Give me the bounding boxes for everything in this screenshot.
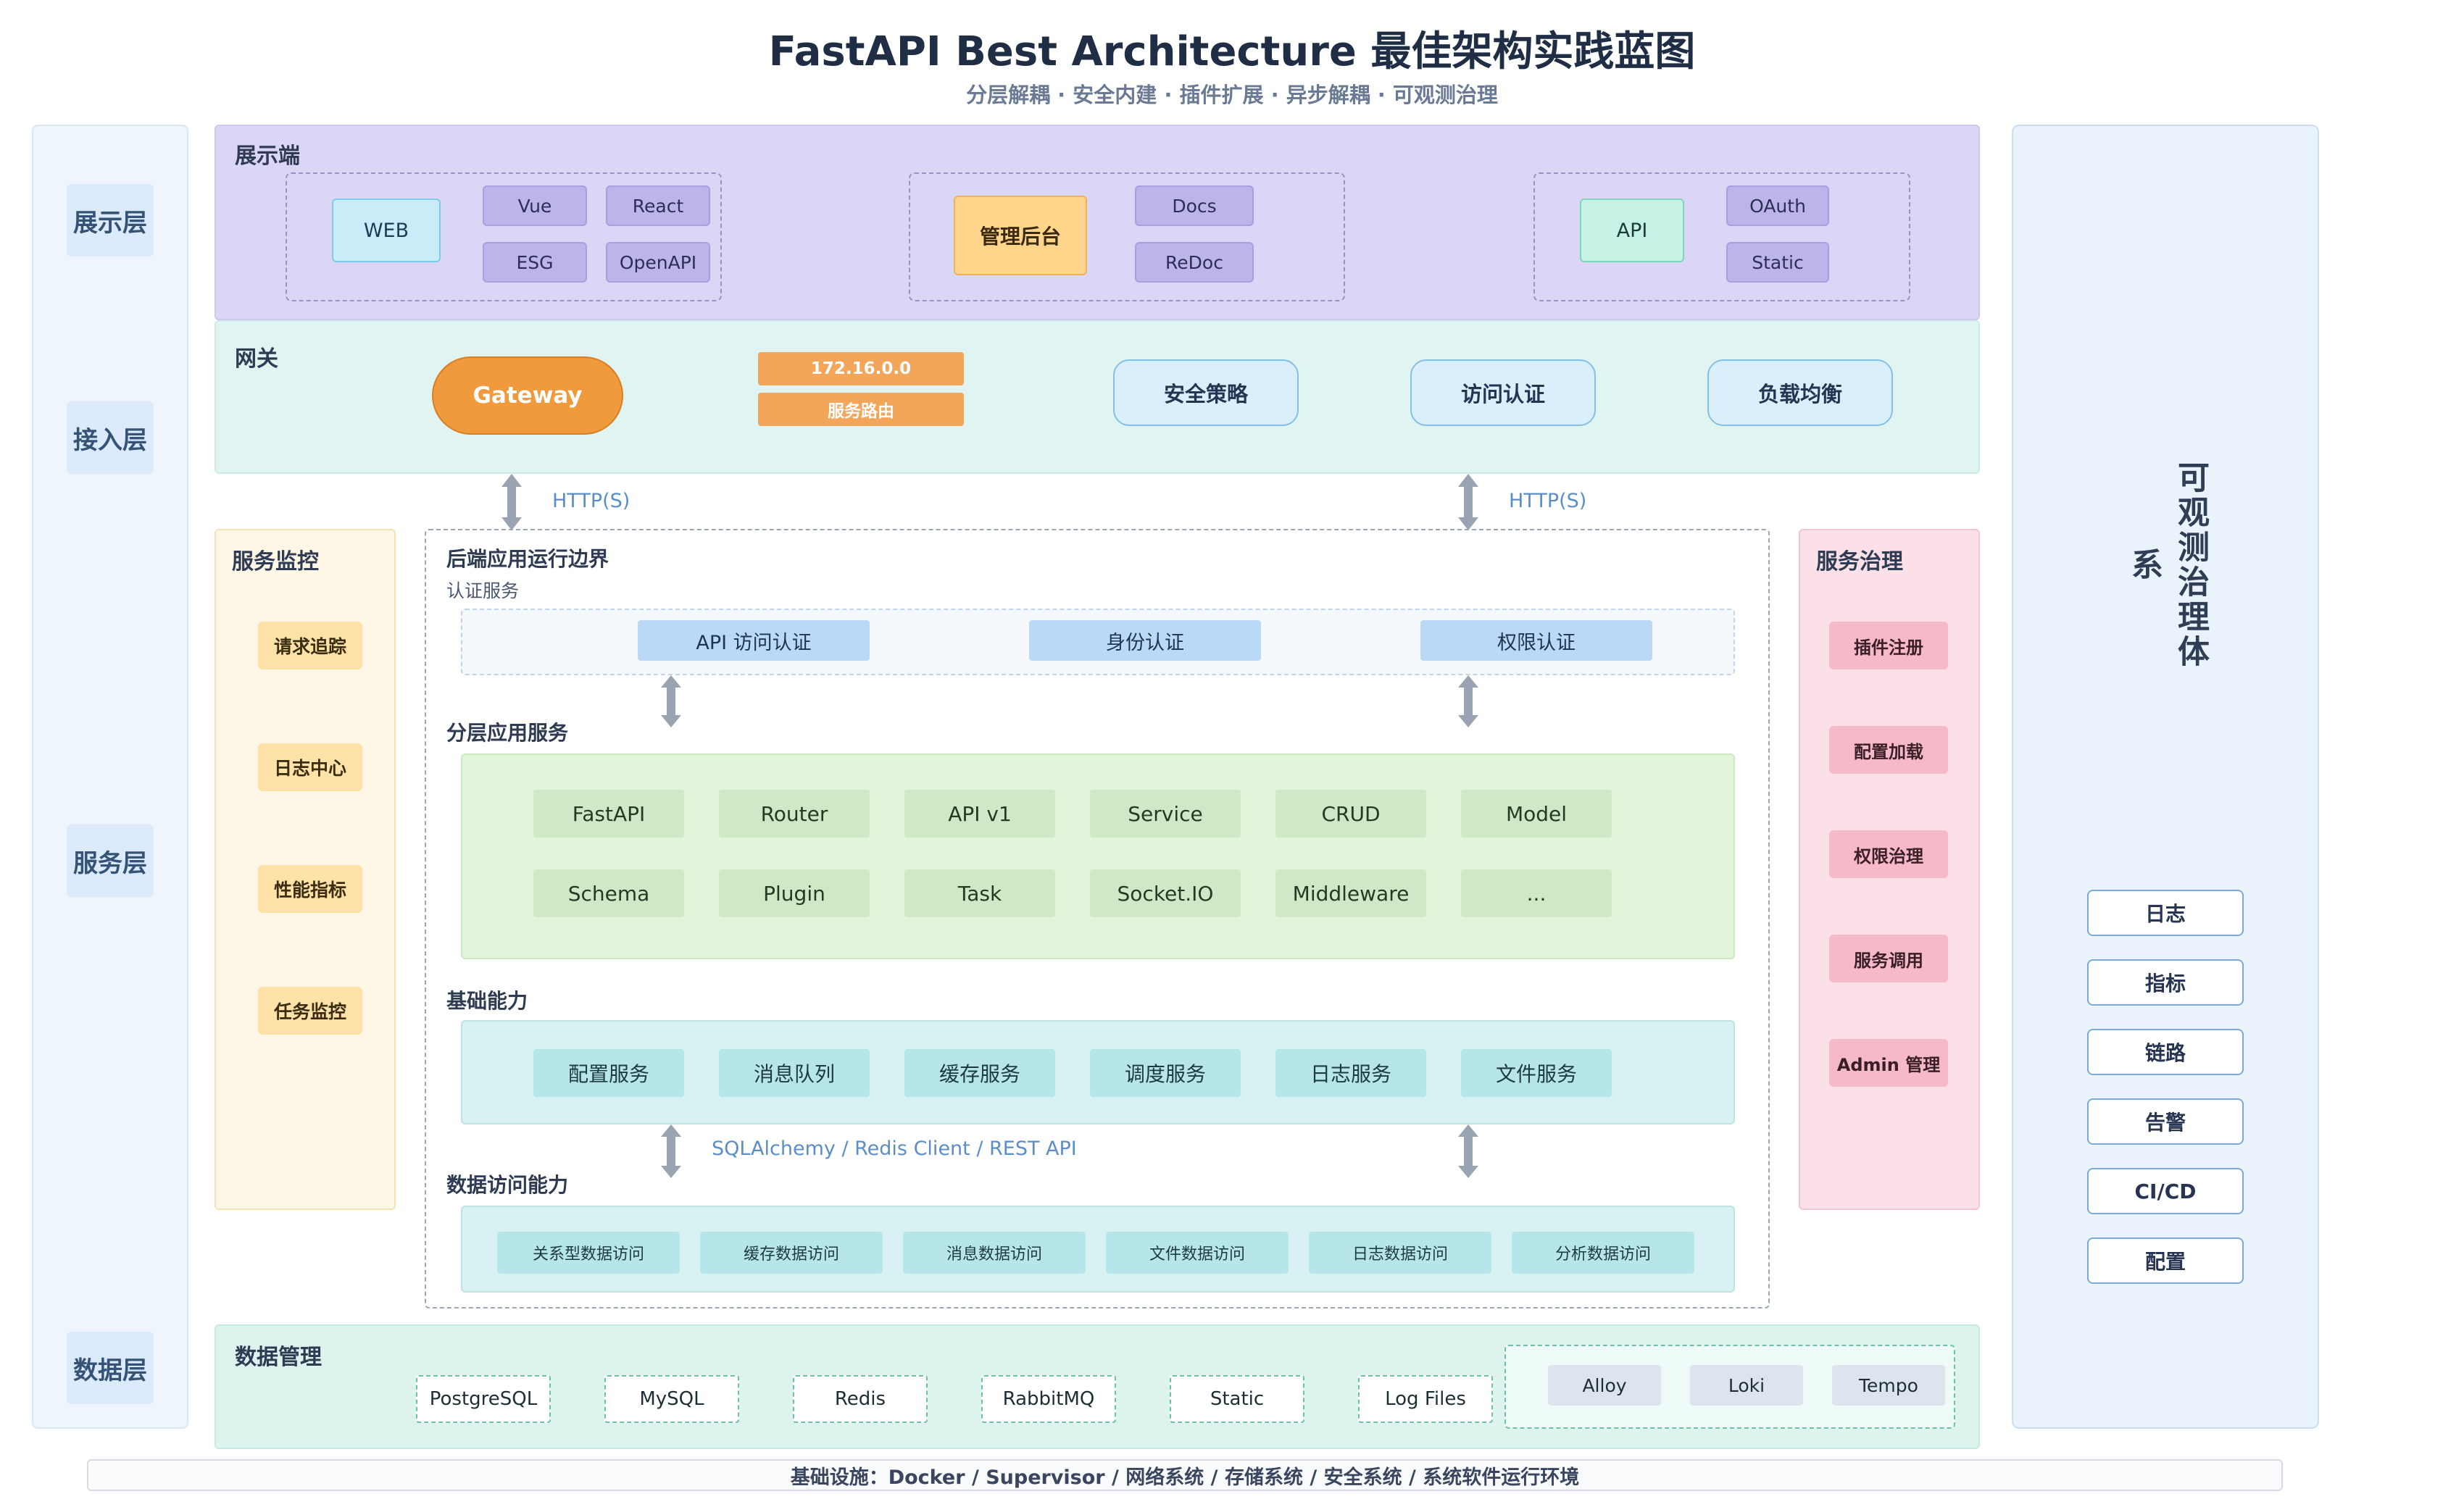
monitor-item-request-trace: 请求追踪 (258, 622, 362, 669)
layer-chip-schema: Schema (533, 869, 684, 917)
auth-chip-identity: 身份认证 (1029, 620, 1261, 661)
auth-arrow-left (661, 675, 681, 727)
data-arrow-left (661, 1124, 681, 1178)
gateway-access-auth: 访问认证 (1410, 359, 1596, 426)
layered-service-label: 分层应用服务 (446, 721, 569, 745)
gateway-ip: 172.16.0.0 (758, 352, 964, 385)
tool-tempo: Tempo (1832, 1365, 1945, 1406)
web-chip-openapi: OpenAPI (606, 242, 710, 283)
store-log-files: Log Files (1358, 1375, 1493, 1423)
gateway-security-policy: 安全策略 (1113, 359, 1299, 426)
auth-service-label: 认证服务 (446, 580, 520, 601)
gov-item-service-call: 服务调用 (1829, 935, 1948, 982)
api-chip-oauth: OAuth (1726, 185, 1829, 226)
layer-column (32, 125, 188, 1429)
web-chip-react: React (606, 185, 710, 226)
base-chip-log: 日志服务 (1275, 1049, 1426, 1097)
gov-item-admin: Admin 管理 (1829, 1039, 1948, 1087)
base-chip-scheduler: 调度服务 (1090, 1049, 1241, 1097)
layer-chip-model: Model (1461, 790, 1612, 838)
monitoring-label: 服务监控 (232, 549, 319, 575)
data-chip-file: 文件数据访问 (1106, 1232, 1289, 1274)
http-label-right: HTTP(S) (1509, 490, 1587, 512)
store-rabbitmq: RabbitMQ (981, 1375, 1116, 1423)
layered-service-box (461, 754, 1735, 959)
monitor-item-performance: 性能指标 (258, 865, 362, 913)
obs-item-traces: 链路 (2087, 1029, 2244, 1075)
data-arrow-right (1458, 1124, 1478, 1178)
layer-chip-router: Router (719, 790, 870, 838)
layer-chip-task: Task (904, 869, 1055, 917)
base-chip-config: 配置服务 (533, 1049, 684, 1097)
obs-item-cicd: CI/CD (2087, 1168, 2244, 1214)
http-arrow-right (1458, 474, 1478, 530)
tool-alloy: Alloy (1548, 1365, 1661, 1406)
observability-column (2012, 125, 2319, 1429)
layer-chip-more: ... (1461, 869, 1612, 917)
auth-chip-api-access: API 访问认证 (638, 620, 870, 661)
data-chip-message: 消息数据访问 (903, 1232, 1086, 1274)
layer-chip-crud: CRUD (1275, 790, 1426, 838)
auth-arrow-right (1458, 675, 1478, 727)
data-chip-cache: 缓存数据访问 (700, 1232, 883, 1274)
gateway-routing: 服务路由 (758, 393, 964, 426)
layer-chip-api-v1: API v1 (904, 790, 1055, 838)
layer-tag-service: 服务层 (67, 825, 154, 897)
presentation-label: 展示端 (235, 143, 300, 169)
backend-label: 后端应用运行边界 (446, 547, 609, 571)
monitor-item-task: 任务监控 (258, 987, 362, 1035)
page-title: FastAPI Best Architecture 最佳架构实践蓝图 (768, 28, 1696, 75)
store-postgresql: PostgreSQL (416, 1375, 551, 1423)
infrastructure-bar: 基础设施：Docker / Supervisor / 网络系统 / 存储系统 /… (87, 1459, 2283, 1491)
api-chip-static: Static (1726, 242, 1829, 283)
layer-chip-socketio: Socket.IO (1090, 869, 1241, 917)
obs-item-config: 配置 (2087, 1237, 2244, 1284)
gateway-load-balance: 负载均衡 (1707, 359, 1893, 426)
layer-tag-access: 接入层 (67, 401, 154, 474)
base-capability-label: 基础能力 (446, 989, 528, 1013)
governance-label: 服务治理 (1816, 549, 1903, 575)
store-static: Static (1170, 1375, 1304, 1423)
gov-item-plugin-register: 插件注册 (1829, 622, 1948, 669)
layer-chip-service: Service (1090, 790, 1241, 838)
store-redis: Redis (793, 1375, 928, 1423)
monitor-item-log-center: 日志中心 (258, 743, 362, 791)
gov-item-permission: 权限治理 (1829, 830, 1948, 878)
obs-item-metrics: 指标 (2087, 959, 2244, 1006)
layer-chip-plugin: Plugin (719, 869, 870, 917)
base-chip-file: 文件服务 (1461, 1049, 1612, 1097)
base-chip-cache: 缓存服务 (904, 1049, 1055, 1097)
data-chip-log: 日志数据访问 (1309, 1232, 1491, 1274)
obs-item-logs: 日志 (2087, 890, 2244, 936)
base-chip-mq: 消息队列 (719, 1049, 870, 1097)
data-management-label: 数据管理 (235, 1345, 322, 1370)
http-label-left: HTTP(S) (552, 490, 630, 512)
layer-chip-middleware: Middleware (1275, 869, 1426, 917)
page-subtitle: 分层解耦 · 安全内建 · 插件扩展 · 异步解耦 · 可观测治理 (966, 83, 1498, 107)
layer-chip-fastapi: FastAPI (533, 790, 684, 838)
store-mysql: MySQL (604, 1375, 739, 1423)
api-node: API (1580, 199, 1684, 262)
layer-tag-presentation: 展示层 (67, 184, 154, 256)
gateway-label: 网关 (235, 346, 278, 372)
admin-chip-docs: Docs (1135, 185, 1254, 226)
web-chip-esg: ESG (483, 242, 587, 283)
observability-title: 可观测治理体系 (2126, 461, 2209, 669)
data-access-note: SQLAlchemy / Redis Client / REST API (712, 1137, 1077, 1160)
gateway-node: Gateway (432, 356, 623, 435)
web-node: WEB (332, 199, 441, 262)
data-chip-relational: 关系型数据访问 (497, 1232, 680, 1274)
data-chip-analytics: 分析数据访问 (1512, 1232, 1694, 1274)
admin-node: 管理后台 (954, 196, 1087, 275)
admin-chip-redoc: ReDoc (1135, 242, 1254, 283)
gov-item-config-load: 配置加载 (1829, 726, 1948, 774)
http-arrow-left (501, 474, 522, 530)
tool-loki: Loki (1690, 1365, 1803, 1406)
web-chip-vue: Vue (483, 185, 587, 226)
auth-chip-permission: 权限认证 (1420, 620, 1652, 661)
layer-tag-data: 数据层 (67, 1332, 154, 1404)
obs-item-alerts: 告警 (2087, 1098, 2244, 1145)
data-access-label: 数据访问能力 (446, 1173, 569, 1197)
